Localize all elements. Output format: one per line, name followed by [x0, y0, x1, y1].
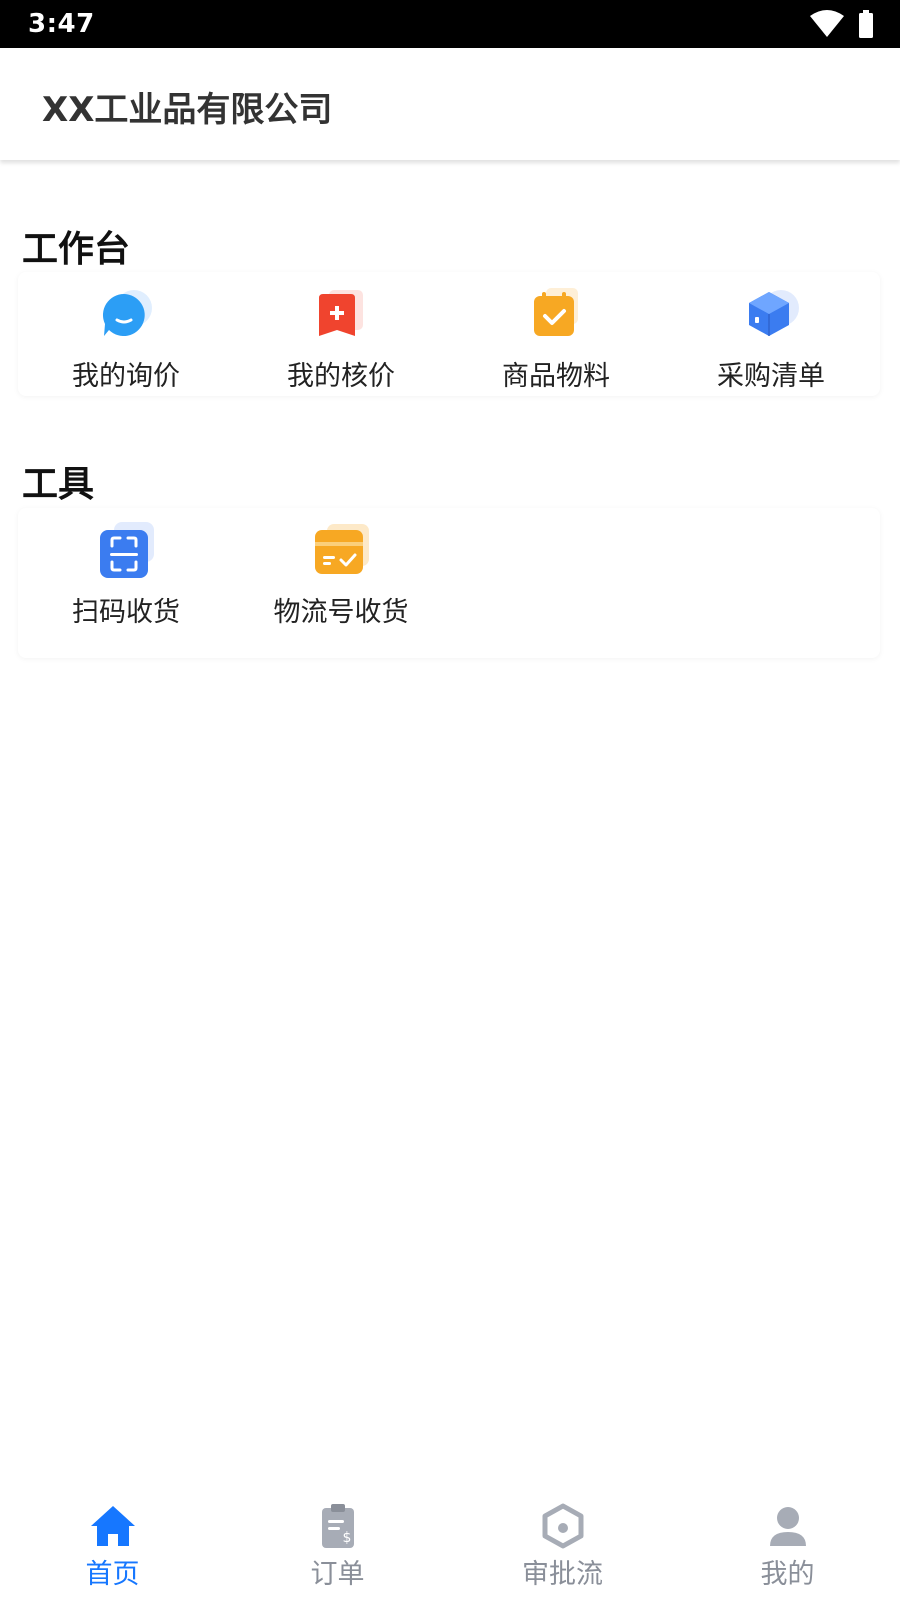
tools-card: 扫码收货 物流号收货	[18, 508, 880, 658]
grid-item-my-pricing[interactable]: 我的核价	[233, 284, 449, 414]
tab-approval-flow[interactable]: 审批流	[450, 1480, 675, 1600]
clipboard-icon: $	[321, 1504, 354, 1548]
wifi-icon	[810, 10, 844, 37]
chat-bubble-icon	[102, 290, 152, 336]
tab-orders[interactable]: $ 订单	[225, 1480, 450, 1600]
grid-item-label: 我的询价	[72, 361, 180, 392]
tab-mine[interactable]: 我的	[675, 1480, 900, 1600]
workbench-card: 我的询价 我的核价 商品物料 采购清单	[18, 272, 880, 396]
cube-icon	[749, 290, 799, 336]
section-title-tools: 工具	[22, 464, 95, 505]
grid-item-my-inquiry[interactable]: 我的询价	[18, 284, 234, 414]
grid-item-label: 扫码收货	[72, 597, 180, 628]
home-icon	[90, 1506, 135, 1546]
grid-item-label: 我的核价	[287, 361, 395, 392]
tab-label: 我的	[760, 1559, 815, 1590]
tab-label: 首页	[85, 1559, 140, 1590]
status-icons	[810, 10, 874, 38]
bottom-tab-bar: 首页 $ 订单 审批流 我的	[0, 1480, 900, 1600]
grid-item-purchase-list[interactable]: 采购清单	[663, 284, 879, 414]
svg-text:$: $	[342, 1530, 351, 1546]
grid-item-label: 商品物料	[502, 361, 610, 392]
tab-label: 订单	[310, 1559, 365, 1590]
app-header: XX工业品有限公司	[0, 48, 900, 160]
grid-item-logistics-receive[interactable]: 物流号收货	[233, 520, 449, 650]
grid-item-label: 采购清单	[717, 361, 825, 392]
battery-icon	[859, 10, 873, 38]
grid-item-goods-materials[interactable]: 商品物料	[448, 284, 664, 414]
company-title: XX工业品有限公司	[42, 90, 333, 130]
status-time: 3:47	[28, 9, 95, 39]
workflow-icon	[542, 1503, 583, 1549]
scan-icon	[100, 522, 154, 578]
tab-home[interactable]: 首页	[0, 1480, 225, 1600]
user-icon	[769, 1507, 806, 1546]
section-title-workbench: 工作台	[22, 229, 131, 270]
calendar-check-icon	[534, 288, 578, 336]
medical-tag-icon	[319, 290, 363, 336]
grid-item-scan-receive[interactable]: 扫码收货	[18, 520, 234, 650]
wallet-check-icon	[315, 524, 369, 574]
status-bar: 3:47	[0, 0, 900, 48]
grid-item-label: 物流号收货	[273, 597, 409, 628]
tab-label: 审批流	[522, 1559, 603, 1590]
